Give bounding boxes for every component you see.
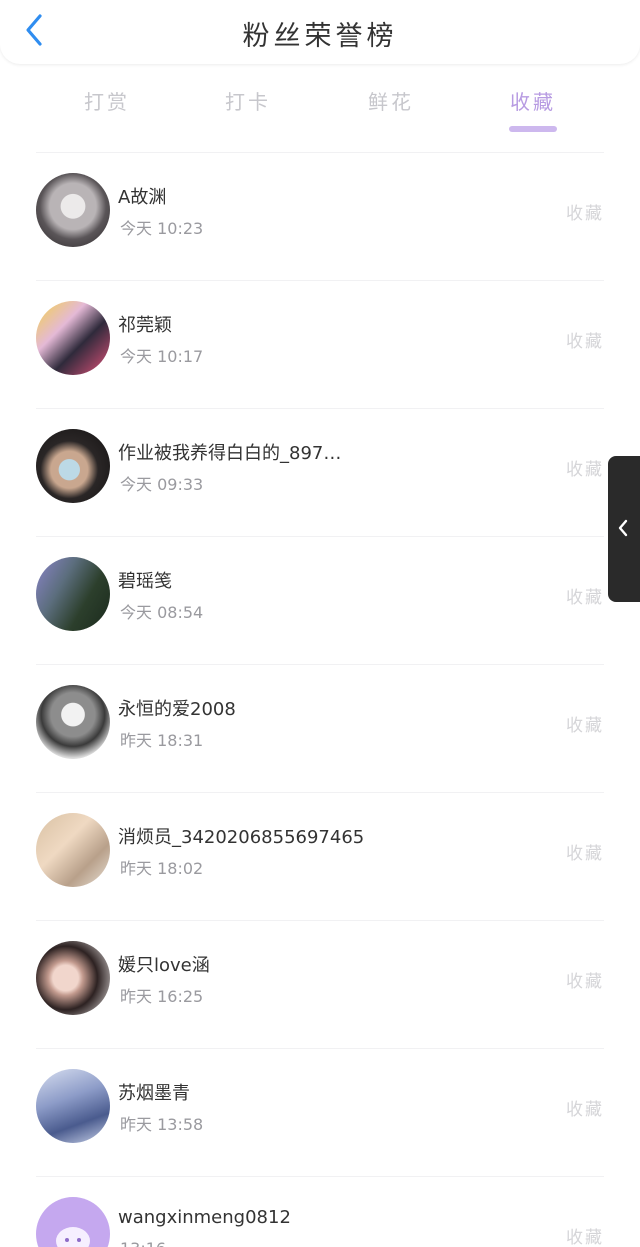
tab-tip[interactable]: 打赏 <box>62 86 152 115</box>
avatar[interactable] <box>36 1069 110 1143</box>
favorite-label: 收藏 <box>566 460 604 480</box>
tab-flowers[interactable]: 鲜花 <box>346 86 436 115</box>
user-name: wangxinmeng0812 <box>118 1207 291 1228</box>
avatar[interactable] <box>36 301 110 375</box>
timestamp: 昨天 13:58 <box>120 1115 204 1134</box>
list-item[interactable]: wangxinmeng0812 13:16 收藏 <box>36 1176 604 1247</box>
list-item[interactable]: 祁莞颖 今天 10:17 收藏 <box>36 280 604 408</box>
list-item[interactable]: 碧瑶笺 今天 08:54 收藏 <box>36 536 604 664</box>
page-title: 粉丝荣誉榜 <box>242 21 398 52</box>
user-name: 作业被我养得白白的_897… <box>118 443 342 464</box>
timestamp: 今天 10:23 <box>120 219 204 238</box>
avatar[interactable] <box>36 557 110 631</box>
favorite-label: 收藏 <box>566 1228 604 1247</box>
avatar[interactable] <box>36 429 110 503</box>
avatar[interactable] <box>36 813 110 887</box>
user-name: 碧瑶笺 <box>118 571 172 592</box>
timestamp: 昨天 16:25 <box>120 987 204 1006</box>
favorite-label: 收藏 <box>566 716 604 736</box>
list-item[interactable]: 作业被我养得白白的_897… 今天 09:33 收藏 <box>36 408 604 536</box>
side-drawer-handle[interactable] <box>608 456 640 602</box>
user-name: 祁莞颖 <box>118 315 172 336</box>
timestamp: 13:16 <box>120 1239 166 1247</box>
favorite-label: 收藏 <box>566 332 604 352</box>
tab-checkin[interactable]: 打卡 <box>203 86 293 115</box>
favorite-label: 收藏 <box>566 844 604 864</box>
active-tab-indicator <box>509 126 557 132</box>
list-item[interactable]: 永恒的爱2008 昨天 18:31 收藏 <box>36 664 604 792</box>
avatar[interactable] <box>36 941 110 1015</box>
avatar[interactable] <box>36 1197 110 1247</box>
timestamp: 今天 08:54 <box>120 603 204 622</box>
tab-favorites[interactable]: 收藏 <box>488 86 578 132</box>
user-name: A故渊 <box>118 187 167 208</box>
favorite-label: 收藏 <box>566 588 604 608</box>
list-item[interactable]: 苏烟墨青 昨天 13:58 收藏 <box>36 1048 604 1176</box>
list-item[interactable]: A故渊 今天 10:23 收藏 <box>36 152 604 280</box>
timestamp: 今天 10:17 <box>120 347 204 366</box>
timestamp: 昨天 18:31 <box>120 731 204 750</box>
fan-list: A故渊 今天 10:23 收藏 祁莞颖 今天 10:17 收藏 作业被我养得白白… <box>0 152 640 1247</box>
avatar[interactable] <box>36 173 110 247</box>
user-name: 苏烟墨青 <box>118 1083 190 1104</box>
user-name: 消烦员_3420206855697465 <box>118 827 365 848</box>
favorite-label: 收藏 <box>566 204 604 224</box>
timestamp: 今天 09:33 <box>120 475 204 494</box>
default-avatar-icon <box>56 1227 90 1247</box>
avatar[interactable] <box>36 685 110 759</box>
user-name: 永恒的爱2008 <box>118 699 236 720</box>
tab-bar: 打赏 打卡 鲜花 收藏 <box>0 84 640 140</box>
list-item[interactable]: 媛只love涵 昨天 16:25 收藏 <box>36 920 604 1048</box>
favorite-label: 收藏 <box>566 1100 604 1120</box>
favorite-label: 收藏 <box>566 972 604 992</box>
chevron-left-icon <box>618 519 628 537</box>
user-name: 媛只love涵 <box>118 955 210 976</box>
list-item[interactable]: 消烦员_3420206855697465 昨天 18:02 收藏 <box>36 792 604 920</box>
top-bar: 粉丝荣誉榜 <box>0 0 640 64</box>
tab-favorites-label: 收藏 <box>510 90 556 114</box>
timestamp: 昨天 18:02 <box>120 859 204 878</box>
